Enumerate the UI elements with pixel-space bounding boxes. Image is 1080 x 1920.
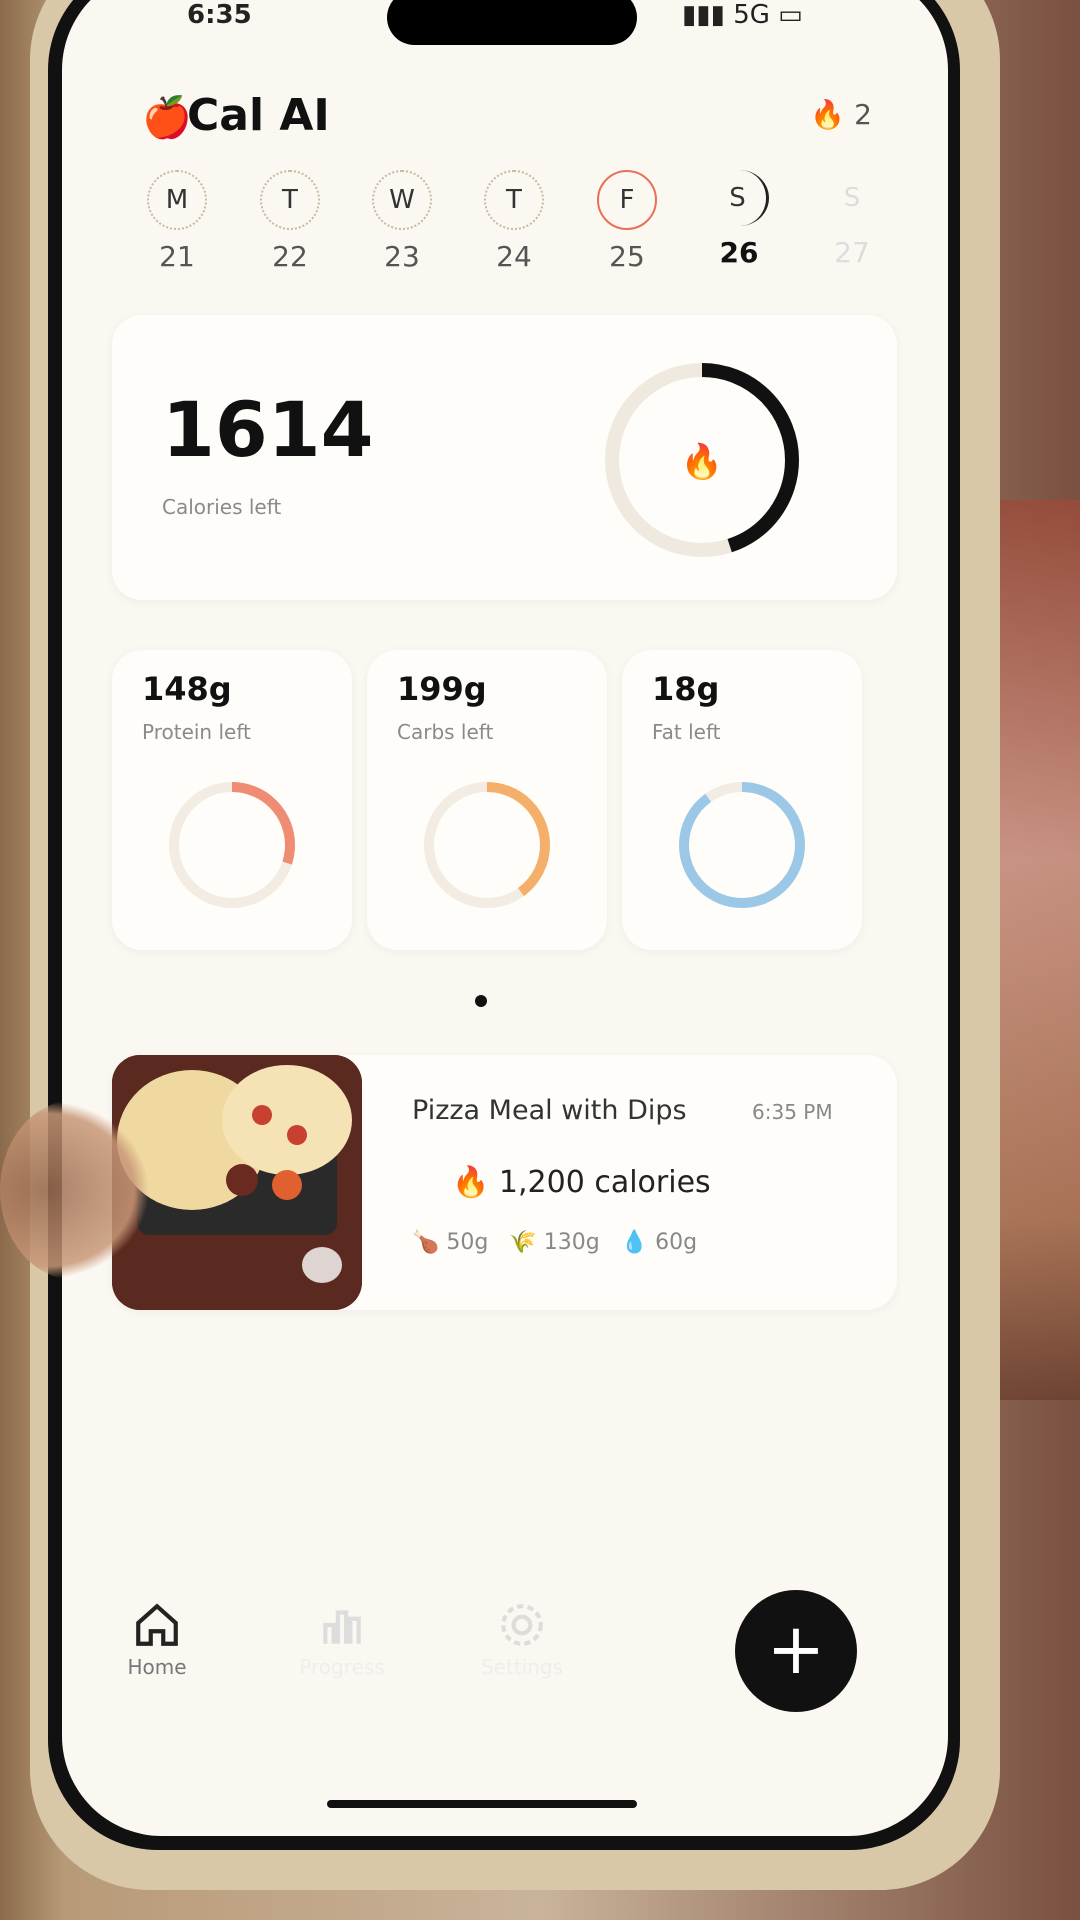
- day-date: 25: [609, 240, 645, 273]
- day-letter: S: [710, 170, 769, 226]
- app-title: Cal AI: [187, 90, 330, 141]
- carbs-icon: 🌾: [509, 1230, 537, 1255]
- calories-card[interactable]: 1614 Calories left 🔥: [112, 315, 897, 600]
- app-header: 🍎 Cal AI 🔥 2: [142, 90, 902, 170]
- finger-overlay: [0, 1100, 150, 1280]
- day-date: 24: [496, 240, 532, 273]
- day-date: 23: [384, 240, 420, 273]
- day-letter: M: [147, 170, 207, 230]
- home-indicator[interactable]: [327, 1800, 637, 1808]
- macro-label: Carbs left: [397, 720, 494, 744]
- meal-macros: 🍗 50g 🌾 130g 💧 60g: [412, 1230, 698, 1255]
- macro-label: Protein left: [142, 720, 251, 744]
- calories-left-label: Calories left: [162, 495, 282, 519]
- calories-ring: 🔥: [605, 363, 799, 557]
- meal-time: 6:35 PM: [752, 1100, 833, 1124]
- macro-ring: [679, 782, 805, 908]
- add-button[interactable]: +: [735, 1590, 857, 1712]
- nav-progress[interactable]: Progress: [272, 1600, 412, 1679]
- apple-logo-icon: 🍎: [142, 95, 192, 141]
- streak-badge[interactable]: 🔥 2: [810, 98, 872, 131]
- flame-icon: 🔥: [810, 98, 846, 131]
- day-0[interactable]: M 21: [137, 170, 217, 273]
- home-icon: [136, 1603, 178, 1646]
- day-5[interactable]: S 26: [699, 170, 779, 269]
- week-strip: M 21 T 22 W 23 T 24 F 25 S 26 S 27: [122, 170, 922, 273]
- macro-ring: [424, 782, 550, 908]
- day-date: 27: [834, 236, 870, 269]
- macro-ring: [169, 782, 295, 908]
- meal-card[interactable]: Pizza Meal with Dips 6:35 PM 🔥 1,200 cal…: [112, 1055, 897, 1310]
- nav-home[interactable]: Home: [87, 1600, 227, 1679]
- status-network: ▮▮▮ 5G ▭: [682, 0, 803, 30]
- macro-value: 18g: [652, 670, 720, 708]
- flame-icon: 🔥: [452, 1165, 490, 1200]
- day-date: 21: [159, 240, 195, 273]
- app-screen: 6:35 ▮▮▮ 5G ▭ 🍎 Cal AI 🔥 2 M 21 T 22 W 23 T 24 F…: [62, 0, 948, 1836]
- bar-chart-icon: [323, 1610, 361, 1644]
- meal-calories: 🔥 1,200 calories: [452, 1165, 711, 1200]
- page-indicator-dot[interactable]: [475, 995, 487, 1007]
- macro-card-1[interactable]: 199g Carbs left: [367, 650, 607, 950]
- day-6[interactable]: S 27: [812, 170, 892, 269]
- day-2[interactable]: W 23: [362, 170, 442, 273]
- day-letter: T: [260, 170, 320, 230]
- macro-card-2[interactable]: 18g Fat left: [622, 650, 862, 950]
- battery-icon: ▭: [778, 0, 803, 30]
- macro-value: 148g: [142, 670, 232, 708]
- day-date: 22: [272, 240, 308, 273]
- nav-settings[interactable]: Settings: [452, 1600, 592, 1679]
- day-1[interactable]: T 22: [250, 170, 330, 273]
- day-3[interactable]: T 24: [474, 170, 554, 273]
- macro-card-0[interactable]: 148g Protein left: [112, 650, 352, 950]
- flame-icon: 🔥: [681, 442, 723, 482]
- status-time: 6:35: [187, 0, 252, 30]
- day-letter: F: [597, 170, 657, 230]
- day-letter: T: [484, 170, 544, 230]
- protein-icon: 🍗: [412, 1230, 440, 1255]
- macro-value: 199g: [397, 670, 487, 708]
- day-letter: S: [843, 183, 861, 213]
- macro-ring-progress: [679, 782, 805, 908]
- day-date: 26: [719, 236, 759, 269]
- day-letter: W: [372, 170, 432, 230]
- macro-label: Fat left: [652, 720, 721, 744]
- meal-name: Pizza Meal with Dips: [412, 1095, 687, 1126]
- fat-icon: 💧: [620, 1230, 649, 1255]
- calories-left-value: 1614: [162, 385, 374, 474]
- gear-icon: [501, 1604, 543, 1646]
- status-bar: 6:35 ▮▮▮ 5G ▭: [62, 0, 948, 40]
- day-4[interactable]: F 25: [587, 170, 667, 273]
